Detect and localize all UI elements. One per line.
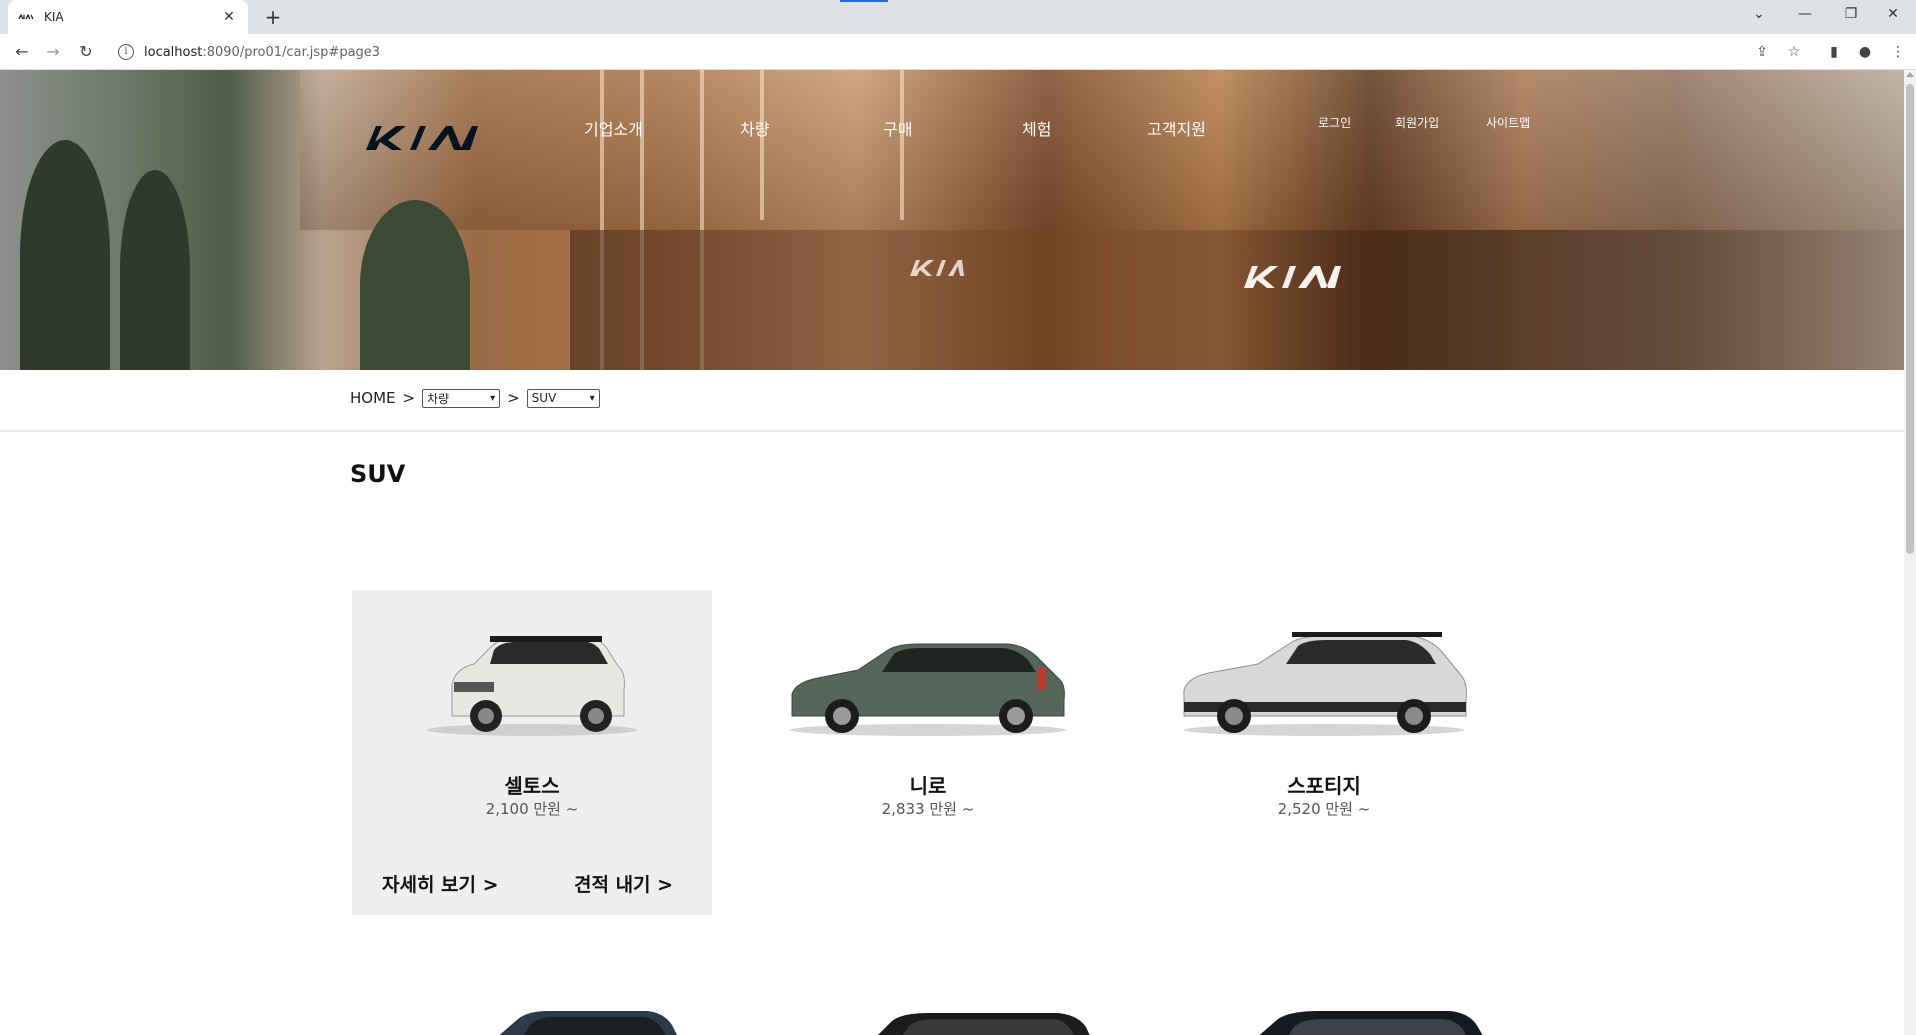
kia-favicon-icon	[18, 13, 34, 21]
nav-purchase[interactable]: 구매	[883, 116, 912, 139]
close-window-button[interactable]: ✕	[1870, 0, 1916, 28]
tab-loading-indicator	[840, 0, 888, 2]
niro-car-image[interactable]	[778, 620, 1078, 740]
car-card-sportage[interactable]: 스포티지 2,520 만원 ~	[1144, 590, 1504, 915]
car-image-peek[interactable]	[858, 1005, 1158, 1035]
browser-tabbar: KIA ✕ + ⌄ — ❐ ✕	[0, 0, 1916, 34]
page-scrollbar[interactable]	[1904, 70, 1916, 1035]
tab-title: KIA	[44, 10, 64, 24]
menu-icon[interactable]: ⋮	[1888, 42, 1908, 62]
nav-vehicles[interactable]: 차량	[740, 116, 769, 139]
back-button[interactable]: ←	[10, 40, 34, 64]
reload-button[interactable]: ↻	[74, 40, 98, 64]
nav-support[interactable]: 고객지원	[1147, 116, 1206, 139]
car-image-peek[interactable]	[1238, 1005, 1538, 1035]
kia-wall-logo	[1244, 266, 1341, 288]
page-viewport: 기업소개 차량 구매 체험 고객지원 로그인 회원가입 사이트맵 HOME > …	[0, 70, 1904, 1035]
hero-tree	[360, 200, 470, 370]
car-name: 스포티지	[1287, 774, 1361, 798]
breadcrumb-divider	[0, 430, 1904, 432]
signup-link[interactable]: 회원가입	[1395, 114, 1439, 131]
nav-company[interactable]: 기업소개	[584, 116, 643, 139]
quote-link[interactable]: 견적 내기 >	[574, 870, 673, 897]
car-name: 니로	[909, 774, 947, 798]
url-path: :8090/pro01/car.jsp#page3	[202, 44, 381, 60]
share-icon[interactable]: ⇪	[1752, 42, 1772, 62]
side-panel-icon[interactable]: ▮	[1824, 42, 1844, 62]
category-select[interactable]: 차량 ▾	[422, 388, 501, 408]
browser-toolbar: ← → ↻ i localhost:8090/pro01/car.jsp#pag…	[0, 34, 1916, 70]
hero-tree	[120, 170, 190, 370]
detail-link[interactable]: 자세히 보기 >	[382, 870, 499, 897]
nav-experience[interactable]: 체험	[1022, 116, 1051, 139]
chevron-down-icon: ▾	[490, 392, 496, 404]
kia-wall-logo-reflection	[910, 260, 964, 276]
sitemap-link[interactable]: 사이트맵	[1486, 114, 1530, 131]
login-link[interactable]: 로그인	[1318, 114, 1351, 131]
car-price: 2,520 만원 ~	[1277, 800, 1371, 818]
chevron-down-icon: ▾	[589, 392, 595, 404]
car-name: 셀토스	[504, 774, 560, 798]
new-tab-button[interactable]: +	[260, 4, 286, 30]
kia-logo[interactable]	[362, 120, 482, 154]
subcategory-select-value: SUV	[531, 391, 557, 405]
breadcrumb-home[interactable]: HOME	[350, 389, 396, 407]
scrollbar-thumb[interactable]	[1906, 84, 1914, 554]
car-price: 2,100 만원 ~	[485, 800, 579, 818]
hero-banner	[0, 70, 1904, 370]
forward-button[interactable]: →	[41, 40, 65, 64]
hero-ceiling	[300, 70, 1904, 230]
sportage-car-image[interactable]	[1174, 620, 1474, 740]
subcategory-select[interactable]: SUV ▾	[526, 388, 600, 408]
minimize-button[interactable]: —	[1782, 0, 1828, 28]
browser-tab[interactable]: KIA ✕	[8, 0, 248, 34]
tab-close-icon[interactable]: ✕	[220, 9, 238, 25]
car-image-peek[interactable]	[468, 1005, 768, 1035]
scroll-up-icon[interactable]	[1906, 72, 1914, 77]
car-card-niro[interactable]: 니로 2,833 만원 ~	[748, 590, 1108, 915]
seltos-car-image[interactable]	[382, 620, 682, 740]
hero-light-stripe	[900, 70, 904, 220]
car-card-seltos[interactable]: 셀토스 2,100 만원 ~ 자세히 보기 > 견적 내기 >	[352, 590, 712, 915]
page-title: SUV	[350, 460, 406, 488]
breadcrumb-separator: >	[402, 389, 416, 407]
breadcrumb: HOME > 차량 ▾ > SUV ▾	[350, 388, 600, 408]
tab-search-icon[interactable]: ⌄	[1736, 0, 1782, 28]
category-select-value: 차량	[427, 391, 450, 406]
site-info-icon[interactable]: i	[118, 44, 134, 60]
address-bar[interactable]: i localhost:8090/pro01/car.jsp#page3	[108, 38, 1748, 66]
hero-tree	[20, 140, 110, 370]
bookmark-star-icon[interactable]: ☆	[1784, 42, 1804, 62]
profile-icon[interactable]: ●	[1855, 42, 1875, 62]
breadcrumb-separator: >	[507, 389, 520, 407]
url-host: localhost	[144, 44, 203, 60]
restore-button[interactable]: ❐	[1828, 0, 1874, 28]
car-price: 2,833 만원 ~	[881, 800, 975, 818]
hero-reception-desk	[570, 230, 1904, 370]
hero-light-stripe	[760, 70, 764, 220]
